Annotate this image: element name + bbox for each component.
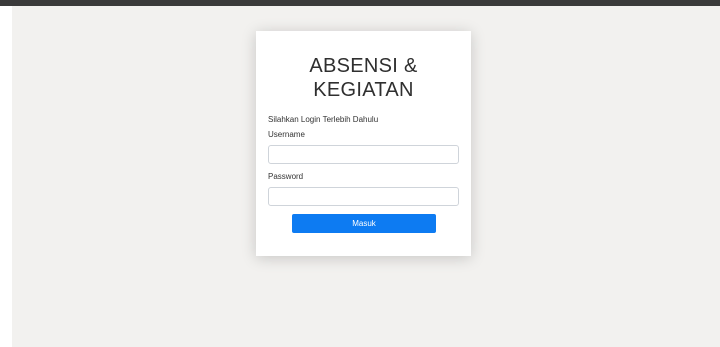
password-label: Password xyxy=(268,172,304,181)
login-button[interactable]: Masuk xyxy=(292,214,436,233)
username-input[interactable] xyxy=(268,145,459,164)
username-label: Username xyxy=(268,130,305,139)
password-input[interactable] xyxy=(268,187,459,206)
login-instruction: Silahkan Login Terlebih Dahulu xyxy=(268,115,379,124)
page-title: ABSENSI & KEGIATAN xyxy=(256,54,471,102)
title-line-1: ABSENSI & xyxy=(309,55,418,77)
login-card: ABSENSI & KEGIATAN Silahkan Login Terleb… xyxy=(256,31,471,256)
title-line-2: KEGIATAN xyxy=(313,79,414,101)
